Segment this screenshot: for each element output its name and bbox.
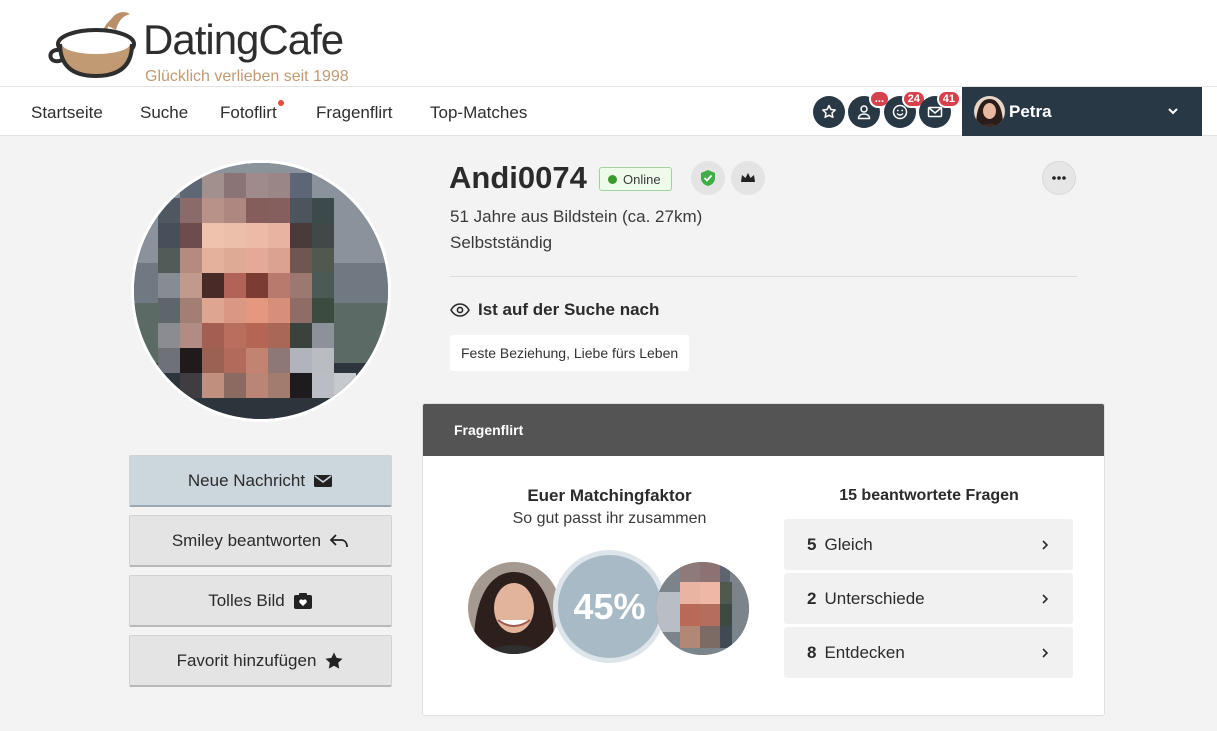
user-menu-dropdown[interactable]: Petra [962,87,1202,136]
chevron-right-icon [1042,593,1049,604]
nav-item-top-matches[interactable]: Top-Matches [430,103,527,123]
match-avatar [656,562,749,655]
question-row-same[interactable]: 5 Gleich [784,519,1073,570]
profile-photo[interactable] [131,160,391,422]
own-avatar [468,562,560,654]
matching-factor-subtitle: So gut passt ihr zusammen [512,510,707,527]
coffee-cup-logo-icon [48,12,136,79]
great-photo-button[interactable]: Tolles Bild [129,575,392,627]
messages-badge: 41 [936,90,961,108]
nav-item-startseite[interactable]: Startseite [31,103,103,123]
camera-heart-icon [293,592,312,609]
chevron-right-icon [1042,539,1049,550]
discover-count: 8 [807,642,817,662]
nav-item-fragenflirt[interactable]: Fragenflirt [316,103,393,123]
pixelated-face-image [134,163,388,419]
seeking-heading: Ist auf der Suche nach [450,300,659,320]
question-row-discover[interactable]: 8 Entdecken [784,627,1073,678]
differences-count: 2 [807,588,817,608]
nav-item-suche[interactable]: Suche [140,103,188,123]
user-avatar [974,96,1005,127]
matching-factor-title: Euer Matchingfaktor [527,486,692,505]
online-status-badge: Online [599,167,672,191]
site-header: DatingCafe Glücklich verlieben seit 1998 [0,0,1217,87]
great-photo-label: Tolles Bild [208,590,285,610]
verified-badge[interactable] [691,161,725,195]
reply-arrow-icon [329,533,349,547]
shield-check-icon [701,170,715,186]
messages-button[interactable]: 41 [919,90,961,128]
more-options-button[interactable] [1042,161,1076,195]
main-navigation: Startseite Suche Fotoflirt Fragenflirt T… [0,87,1217,136]
site-logo[interactable]: DatingCafe Glücklich verlieben seit 1998 [46,8,386,85]
fragenflirt-card: Fragenflirt Euer Matchingfaktor So gut p… [422,403,1105,716]
discover-label: Entdecken [824,642,905,662]
new-message-label: Neue Nachricht [187,470,306,490]
favorites-button[interactable] [813,96,845,128]
notification-dot [277,100,284,106]
matching-percent: 45% [553,550,666,663]
online-dot-icon [608,174,617,184]
crown-icon [741,173,755,182]
same-label: Gleich [824,534,873,554]
seeking-tag: Feste Beziehung, Liebe fürs Leben [450,335,690,371]
differences-label: Unterschiede [824,588,925,608]
chevron-down-icon [1168,108,1178,115]
more-dots-icon [1052,176,1066,180]
divider [450,276,1077,277]
fragenflirt-header: Fragenflirt [423,404,1104,456]
eye-icon [450,303,470,317]
user-name: Petra [1009,102,1052,121]
reply-smiley-label: Smiley beantworten [171,530,322,550]
nav-item-fotoflirt-label: Fotoflirt [220,103,277,122]
add-favorite-label: Favorit hinzufügen [176,650,317,670]
profile-occupation: Selbstständig [450,233,553,252]
person-icon [857,105,871,120]
star-icon [822,104,836,119]
add-favorite-button[interactable]: Favorit hinzufügen [129,635,392,687]
question-row-differences[interactable]: 2 Unterschiede [784,573,1073,624]
online-status-label: Online [623,171,661,187]
same-count: 5 [807,534,817,554]
new-message-button[interactable]: Neue Nachricht [129,455,392,507]
visitors-button[interactable]: ... [848,90,890,128]
star-filled-icon [325,652,343,669]
profile-age-location: 51 Jahre aus Bildstein (ca. 27km) [450,207,703,226]
brand-tagline: Glücklich verlieben seit 1998 [145,68,349,85]
reply-smiley-button[interactable]: Smiley beantworten [129,515,392,567]
premium-badge[interactable] [731,161,765,195]
seeking-label: Ist auf der Suche nach [478,300,660,319]
nav-item-fotoflirt[interactable]: Fotoflirt [220,100,284,123]
profile-username: Andi0074 [449,160,587,195]
answered-questions-count: 15 beantwortete Fragen [839,487,1019,504]
smileys-button[interactable]: 24 [884,90,926,128]
chevron-right-icon [1042,647,1049,658]
envelope-icon [314,474,333,487]
brand-name: DatingCafe [143,16,344,63]
